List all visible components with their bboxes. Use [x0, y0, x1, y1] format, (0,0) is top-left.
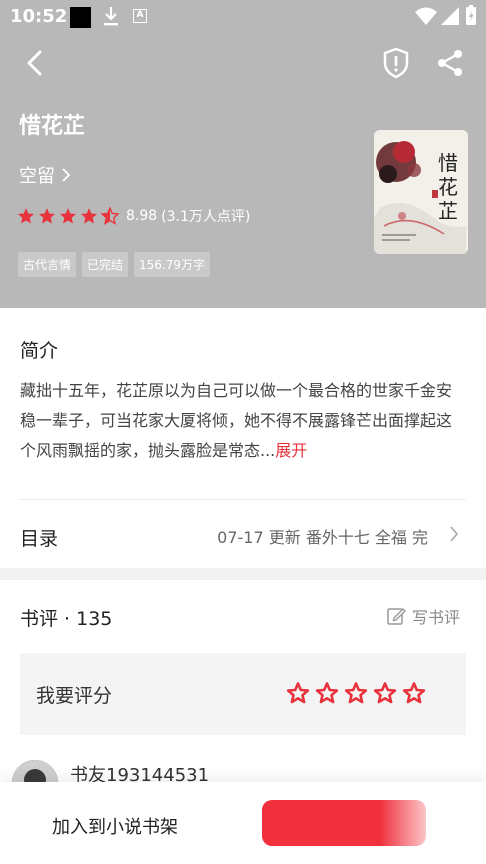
wifi-icon [415, 7, 437, 25]
star-icon [38, 208, 56, 224]
intro-heading: 简介 [20, 340, 59, 362]
status-time: 10:52 [10, 6, 68, 27]
add-to-shelf-button[interactable]: 加入到小说书架 [52, 813, 178, 839]
battery-charging-icon [466, 5, 476, 25]
star-icon [59, 208, 77, 224]
rate-star-icon[interactable] [402, 681, 426, 705]
write-review-button[interactable]: 写书评 [386, 604, 460, 628]
cover-title-char-2: 花 [438, 175, 458, 199]
shield-alert-icon[interactable] [380, 46, 412, 80]
rate-box: 我要评分 [20, 653, 466, 735]
tag-word-count: 156.79万字 [134, 252, 211, 277]
toc-label: 目录 [20, 528, 59, 550]
rating-score: 8.98 [126, 208, 158, 224]
edit-icon [387, 608, 406, 625]
book-tags: 古代言情 已完结 156.79万字 [18, 252, 211, 277]
signal-icon [441, 7, 459, 25]
cover-title-char-3: 芷 [438, 199, 458, 223]
rate-stars [286, 681, 426, 705]
book-cover-art: 惜 花 芷 [374, 130, 468, 254]
rate-star-icon[interactable] [286, 681, 310, 705]
rating-row: 8.98 (3.1万人点评) [17, 206, 250, 226]
half-star-icon [101, 207, 119, 225]
book-cover[interactable]: 惜 花 芷 [374, 130, 468, 254]
author-name: 空留 [19, 166, 55, 187]
rate-star-icon[interactable] [373, 681, 397, 705]
rate-label: 我要评分 [36, 685, 113, 707]
star-icon [80, 208, 98, 224]
book-title: 惜花芷 [19, 114, 86, 139]
download-icon [104, 7, 118, 26]
write-review-label: 写书评 [411, 608, 460, 627]
section-gap [0, 568, 486, 580]
star-icon [17, 208, 35, 224]
chevron-right-icon [62, 168, 71, 182]
tag-status: 已完结 [82, 252, 129, 277]
chevron-right-icon [450, 526, 459, 542]
bottom-fade-overlay [380, 782, 486, 864]
tag-genre: 古代言情 [18, 252, 77, 277]
rate-star-icon[interactable] [344, 681, 368, 705]
notification-square-icon [70, 7, 91, 28]
expand-link[interactable]: 展开 [275, 441, 307, 460]
intro-text: 藏拙十五年，花芷原以为自己可以做一个最合格的世家千金安稳一辈子，可当花家大厦将倾… [20, 376, 466, 466]
toc-row[interactable]: 目录 07-17 更新 番外十七 全福 完 [0, 500, 486, 568]
intro-body: 藏拙十五年，花芷原以为自己可以做一个最合格的世家千金安稳一辈子，可当花家大厦将倾… [20, 381, 453, 460]
reviews-heading: 书评 · 135 [20, 608, 113, 630]
share-icon[interactable] [434, 46, 466, 80]
author-link[interactable]: 空留 [19, 162, 71, 188]
cover-title-char-1: 惜 [438, 151, 458, 175]
rating-count: (3.1万人点评) [161, 209, 251, 225]
keyboard-a-icon: A [133, 9, 147, 23]
status-bar: 10:52 A [0, 0, 486, 34]
rate-star-icon[interactable] [315, 681, 339, 705]
toc-latest-update: 07-17 更新 番外十七 全福 完 [217, 528, 428, 547]
back-arrow-icon[interactable] [20, 48, 50, 78]
